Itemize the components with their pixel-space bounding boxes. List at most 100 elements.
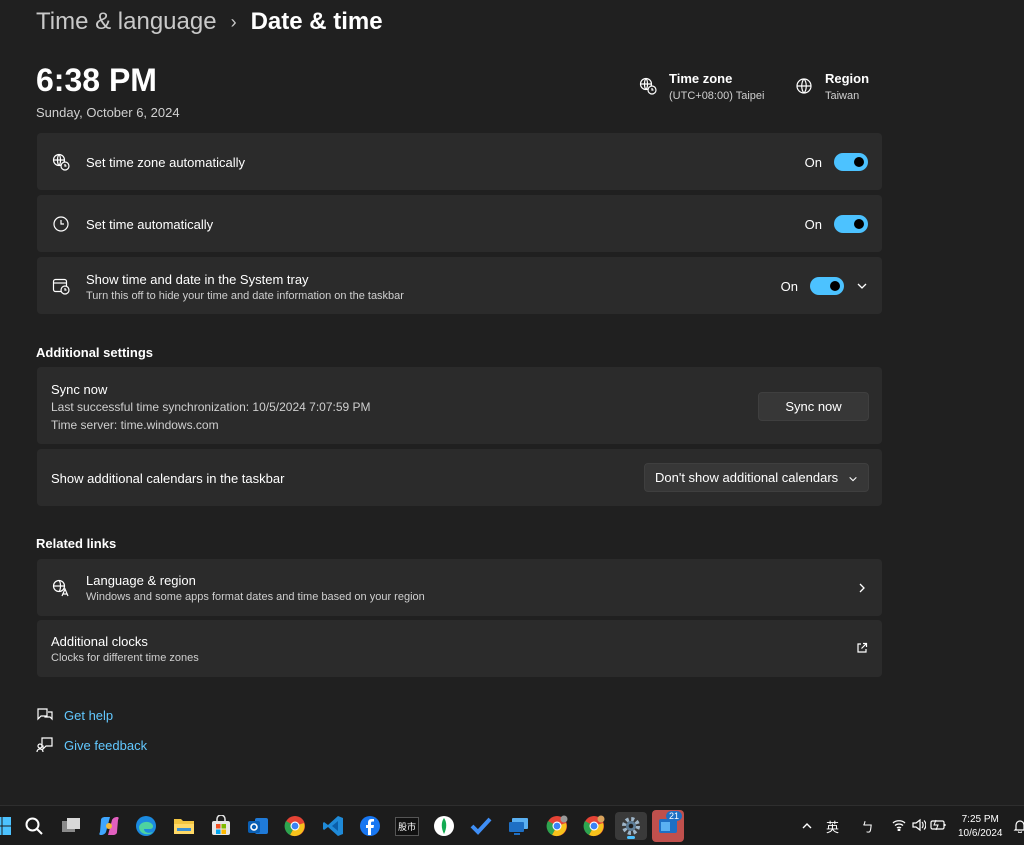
tray-toggle-group: On [781, 277, 844, 295]
checkmark-icon [470, 817, 492, 835]
calendars-card: Show additional calendars in the taskbar… [37, 449, 882, 506]
current-time: 6:38 PM [36, 62, 157, 98]
taskbar: 股市 21 英 ㄅ 7:25 PM 10/6/2024 [0, 805, 1024, 845]
language-region-title: Language & region [86, 573, 196, 588]
time-zone-value: (UTC+08:00) Taipei [669, 90, 765, 102]
language-region-description: Windows and some apps format dates and t… [86, 591, 425, 603]
ime-mode-indicator[interactable]: ㄅ [861, 817, 874, 836]
external-link-icon [857, 642, 868, 653]
chevron-down-icon[interactable] [856, 280, 868, 292]
volume-icon[interactable] [912, 818, 926, 832]
tz-auto-toggle-group: On [805, 153, 868, 171]
tz-auto-toggle[interactable] [834, 153, 868, 171]
remote-desktop-app[interactable] [505, 812, 533, 840]
start-button[interactable] [0, 812, 16, 840]
edge-app[interactable] [132, 812, 160, 840]
search-icon [25, 817, 43, 835]
breadcrumb: Time & language › Date & time [36, 6, 383, 38]
sync-card: Sync now Last successful time synchroniz… [37, 367, 882, 444]
calendars-label: Show additional calendars in the taskbar [51, 471, 285, 486]
taskbar-clock[interactable]: 7:25 PM 10/6/2024 [958, 813, 1003, 841]
chrome-app[interactable] [281, 812, 309, 840]
give-feedback-link[interactable]: Give feedback [36, 737, 147, 753]
additional-clocks-title: Additional clocks [51, 634, 148, 649]
file-explorer-app[interactable] [170, 812, 198, 840]
search-button[interactable] [20, 812, 48, 840]
tray-description: Turn this off to hide your time and date… [86, 290, 404, 302]
remote-desktop-icon [509, 818, 528, 835]
facebook-icon [360, 816, 380, 836]
taskbar-time: 7:25 PM [961, 814, 999, 825]
store-app[interactable] [207, 812, 235, 840]
outlook-notifications-app[interactable]: 21 [652, 810, 684, 842]
time-auto-state: On [804, 216, 822, 232]
tray-toggle[interactable] [810, 277, 844, 295]
current-date: Sunday, October 6, 2024 [36, 105, 180, 120]
tray-card[interactable]: Show time and date in the System tray Tu… [37, 257, 882, 314]
vscode-icon [323, 816, 343, 836]
get-help-label: Get help [64, 707, 114, 723]
taskbar-date: 10/6/2024 [958, 828, 1003, 839]
time-auto-label: Set time automatically [86, 217, 214, 232]
time-zone-label: Time zone [669, 71, 733, 86]
task-view-icon [62, 818, 80, 832]
wifi-icon[interactable] [892, 819, 906, 831]
sync-title: Sync now [51, 382, 108, 397]
page-title: Date & time [250, 8, 383, 35]
tray-state: On [780, 278, 798, 294]
outlook-app[interactable] [244, 812, 272, 840]
battery-icon[interactable] [930, 819, 948, 831]
time-auto-toggle[interactable] [834, 215, 868, 233]
language-icon [52, 579, 69, 597]
calendars-selected: Don't show additional calendars [655, 470, 839, 485]
copilot-icon [99, 817, 119, 835]
stock-app[interactable]: 股市 [393, 812, 421, 840]
chevron-down-icon [849, 476, 857, 482]
get-help-link[interactable]: Get help [36, 707, 113, 723]
facebook-app[interactable] [356, 812, 384, 840]
calendars-dropdown[interactable]: Don't show additional calendars [644, 463, 869, 492]
breadcrumb-separator: › [230, 11, 237, 32]
gear-icon [622, 817, 640, 835]
notification-bell-icon[interactable] [1013, 819, 1024, 833]
chevron-up-icon[interactable] [801, 820, 813, 832]
additional-settings-heading: Additional settings [36, 345, 153, 360]
tz-auto-label: Set time zone automatically [86, 155, 245, 170]
time-auto-toggle-group: On [805, 215, 868, 233]
chrome-profile-2-app[interactable] [580, 812, 608, 840]
sync-now-button[interactable]: Sync now [758, 392, 869, 421]
sync-server: Time server: time.windows.com [51, 418, 219, 432]
todo-app[interactable] [467, 812, 495, 840]
mongodb-leaf-icon [434, 816, 454, 836]
tray-label: Show time and date in the System tray [86, 272, 309, 287]
additional-clocks-description: Clocks for different time zones [51, 652, 199, 664]
windows-logo-icon [0, 817, 11, 835]
help-chat-icon [37, 708, 53, 721]
vscode-app[interactable] [319, 812, 347, 840]
settings-app[interactable] [615, 812, 647, 840]
task-view-button[interactable] [57, 812, 85, 840]
clock-globe-icon [52, 153, 70, 171]
edge-icon [136, 816, 156, 836]
active-indicator [627, 836, 635, 839]
outlook-icon [248, 818, 268, 834]
mongodb-app[interactable] [430, 812, 458, 840]
calendar-clock-icon [52, 278, 70, 295]
copilot-app[interactable] [95, 812, 123, 840]
notification-badge: 21 [665, 811, 682, 821]
region-label: Region [825, 71, 870, 86]
language-region-link[interactable]: Language & region Windows and some apps … [37, 559, 882, 616]
chrome-profile-app[interactable] [543, 812, 571, 840]
feedback-icon [36, 737, 53, 753]
related-links-heading: Related links [36, 536, 117, 551]
region-value: Taiwan [825, 90, 860, 102]
chrome-icon [546, 815, 568, 837]
time-auto-card: Set time automatically On [37, 195, 882, 252]
give-feedback-label: Give feedback [64, 737, 148, 753]
sync-last: Last successful time synchronization: 10… [51, 400, 371, 414]
additional-clocks-link[interactable]: Additional clocks Clocks for different t… [37, 620, 882, 677]
chrome-icon [284, 816, 305, 837]
breadcrumb-parent[interactable]: Time & language [36, 8, 217, 36]
input-language-indicator[interactable]: 英 [826, 817, 839, 836]
stock-app-label: 股市 [394, 816, 419, 836]
